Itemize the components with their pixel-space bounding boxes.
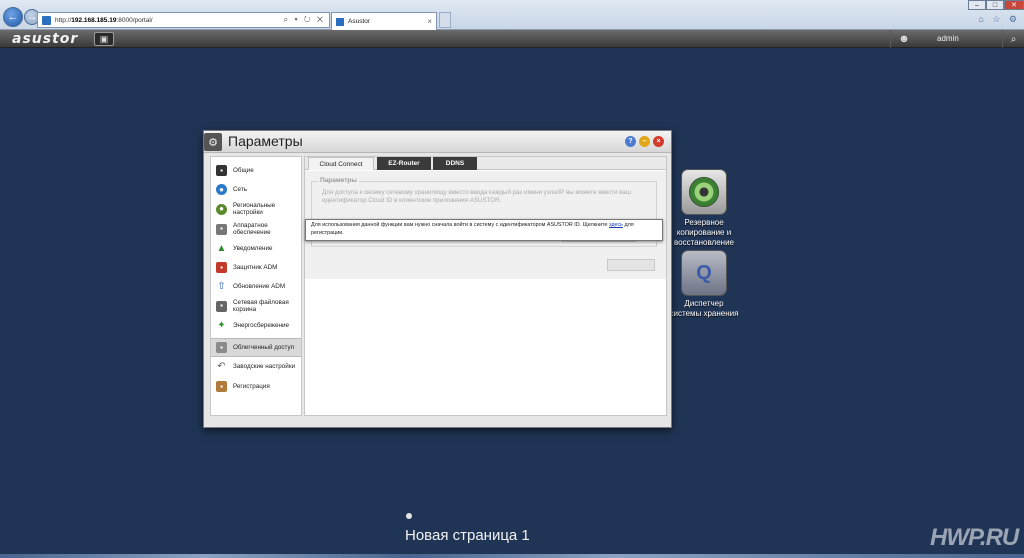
help-button[interactable]: ? (625, 136, 636, 147)
sidebar-item-label: Обновление ADM (233, 282, 286, 290)
backup-app-icon (681, 169, 727, 215)
tab-cloud-connect[interactable]: Cloud Connect (308, 157, 374, 170)
back-arrow-icon: ← (7, 11, 19, 23)
sidebar-item-easy-access[interactable]: ▪ Облегченный доступ (211, 338, 301, 357)
storage-manager-icon: Q (681, 250, 727, 296)
sidebar-item-recycle-bin[interactable]: ▪ Сетевая файловая корзина (211, 296, 301, 316)
window-maximize-button[interactable]: □ (986, 0, 1004, 10)
sidebar-item-label: Сетевая файловая корзина (233, 298, 289, 314)
parameters-legend: Параметры (318, 177, 359, 184)
address-bar[interactable]: http://192.168.185.19:8000/portal/ ⌕ ▾ ↻… (37, 12, 330, 28)
sidebar-item-label: Общие (233, 166, 254, 174)
watermark-logo: HWP.RU (930, 524, 1019, 551)
minimize-button[interactable]: – (639, 136, 650, 147)
address-tools-icons[interactable]: ⌕ ▾ ↻ ✕ (284, 15, 325, 25)
new-tab-button[interactable] (439, 12, 451, 28)
address-url[interactable]: http://192.168.185.19:8000/portal/ (55, 17, 284, 24)
trash-icon: ▪ (216, 300, 227, 312)
sidebar-item-label: Заводские настройки (233, 363, 296, 371)
tab-close-icon[interactable]: × (427, 17, 432, 26)
sidebar-item-label: Энергосбережение (233, 321, 289, 329)
forward-arrow-icon: → (26, 11, 38, 23)
general-icon: ▪ (216, 165, 227, 176)
user-icon: ☻ (898, 33, 910, 45)
page-label: Новая страница 1 (405, 527, 530, 544)
sidebar-item-label: Облегченный доступ (233, 343, 295, 351)
home-favorites-tools-icons[interactable]: ⌂ ☆ ⚙ (978, 14, 1020, 25)
url-scheme: http:// (55, 16, 72, 24)
browser-toolbar: ← → http://192.168.185.19:8000/portal/ ⌕… (0, 0, 1024, 30)
sidebar-item-network[interactable]: ● Сеть (211, 180, 301, 199)
desktop-icon-storage-manager[interactable]: Q Диспетчер системы хранения (669, 250, 739, 319)
window-close-button[interactable]: ✕ (1004, 0, 1024, 10)
tab-favicon-icon (336, 17, 344, 26)
sidebar-item-energy[interactable]: ✦ Энергосбережение (211, 316, 301, 335)
login-required-tooltip: Для использования данной функции вам нуж… (305, 219, 663, 241)
sidebar-item-notification[interactable]: ▲ Уведомление (211, 239, 301, 258)
app-grid-icon: ▣ (99, 33, 109, 44)
search-button[interactable]: ⌕ (1002, 30, 1024, 48)
sidebar-item-registration[interactable]: ▪ Регистрация (211, 377, 301, 396)
sidebar-item-adm-defender[interactable]: ▪ Защитник ADM (211, 258, 301, 277)
notification-icon: ▲ (216, 242, 227, 254)
globe-icon: ● (216, 203, 227, 215)
window-minimize-button[interactable]: – (968, 0, 986, 10)
register-link[interactable]: здесь (609, 222, 623, 228)
username-label: admin (937, 34, 959, 43)
easy-access-icon: ▪ (216, 342, 227, 353)
user-menu[interactable]: ☻ admin (890, 30, 1000, 48)
desktop-icon-backup[interactable]: Резервное копирование и восстановление (669, 169, 739, 248)
settings-sidebar: ▪ Общие ● Сеть ● Региональные настройки ▪ Ап… (210, 156, 302, 416)
sidebar-item-factory-reset[interactable]: ↶ Заводские настройки (211, 357, 301, 377)
url-path: :8000/portal/ (116, 16, 153, 24)
sidebar-item-label: Сеть (233, 185, 248, 193)
page-indicator-dot[interactable] (406, 513, 412, 519)
apply-button[interactable] (607, 259, 655, 271)
close-button[interactable]: × (653, 136, 664, 147)
cloud-id-description: Для доступа к своему сетевому хранилищу … (322, 189, 631, 204)
leaf-icon: ✦ (217, 319, 226, 331)
network-icon: ● (216, 184, 227, 195)
settings-main-panel: Cloud Connect EZ-Router DDNS Параметры Д… (304, 156, 667, 416)
adm-taskbar: asustor ▣ ☻ admin ⌕ (0, 30, 1024, 48)
sidebar-item-general[interactable]: ▪ Общие (211, 161, 301, 180)
settings-window: ⚙ Параметры ? – × ▪ Общие ● Сеть ● Регионал… (203, 130, 672, 428)
reset-arrow-icon: ↶ (217, 361, 226, 373)
adm-home-button[interactable]: ▣ (94, 32, 114, 46)
sidebar-item-adm-update[interactable]: ⇧ Обновление ADM (211, 277, 301, 296)
asustor-logo: asustor (12, 31, 79, 47)
search-icon: ⌕ (1010, 33, 1017, 45)
desktop-icon-label: Резервное копирование и восстановление (673, 218, 735, 247)
page-favicon-icon (42, 15, 51, 25)
desktop-icon-label: Диспетчер системы хранения (669, 299, 739, 318)
update-arrow-icon: ⇧ (217, 280, 226, 292)
window-title: Параметры (228, 133, 303, 149)
hardware-icon: ▪ (216, 223, 227, 235)
tab-title: Asustor (348, 18, 371, 25)
tab-ddns[interactable]: DDNS (433, 157, 477, 170)
sidebar-item-regional[interactable]: ● Региональные настройки (211, 199, 301, 219)
window-title-bar[interactable]: ⚙ Параметры ? – × (204, 131, 671, 153)
sidebar-item-label: Защитник ADM (233, 263, 278, 271)
registration-icon: ▪ (216, 381, 227, 392)
firewall-icon: ▪ (216, 262, 227, 273)
tooltip-text: Для использования данной функции вам нуж… (311, 222, 609, 228)
tab-ez-router[interactable]: EZ-Router (377, 157, 431, 170)
sidebar-item-label: Региональные настройки (233, 201, 276, 217)
sidebar-item-label: Регистрация (233, 382, 270, 390)
back-button[interactable]: ← (3, 7, 23, 27)
settings-app-icon: ⚙ (204, 133, 222, 151)
url-host: 192.168.185.19 (71, 16, 117, 24)
os-taskbar-strip (0, 554, 1024, 558)
sidebar-item-label: Аппаратное обеспечение (233, 221, 271, 237)
browser-tab-asustor[interactable]: Asustor × (331, 12, 437, 30)
sidebar-item-hardware[interactable]: ▪ Аппаратное обеспечение (211, 219, 301, 239)
sidebar-item-label: Уведомление (233, 244, 273, 252)
tab-bar: Cloud Connect EZ-Router DDNS (305, 157, 666, 170)
